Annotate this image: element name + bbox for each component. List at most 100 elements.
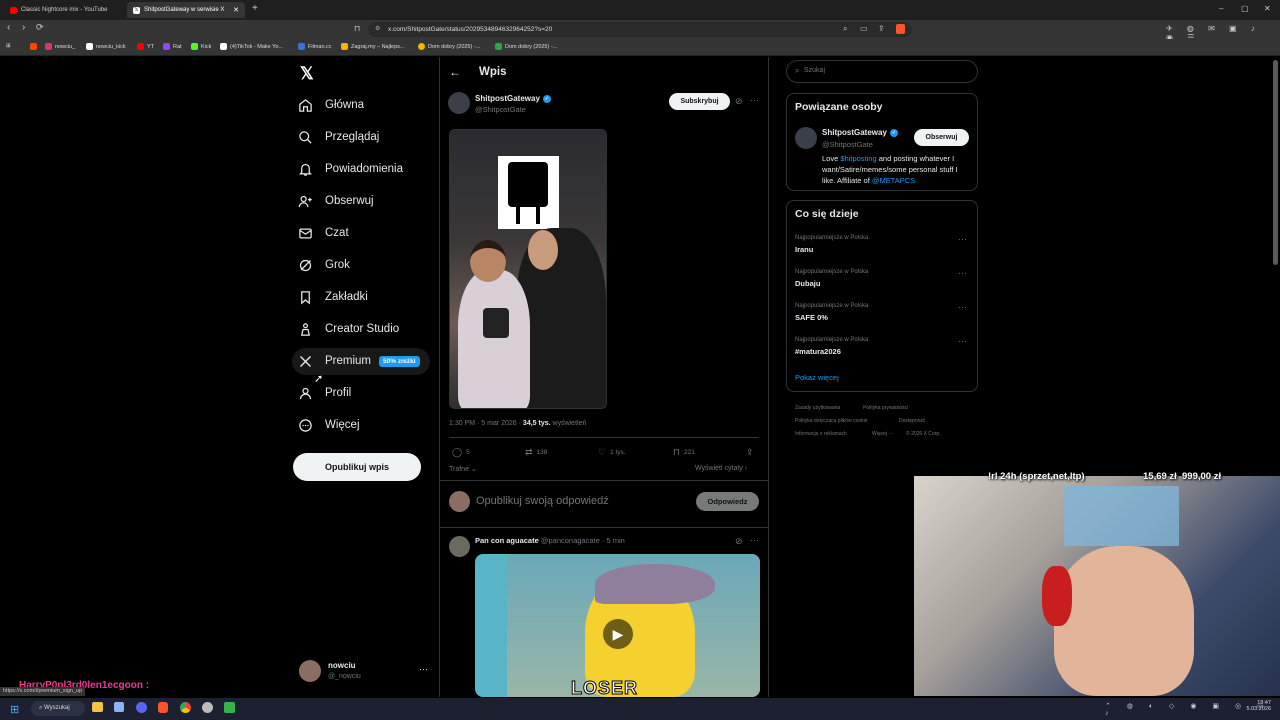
- related-handle[interactable]: @ShitpostGate: [822, 140, 873, 149]
- nav-bookmarks[interactable]: Zakładki: [298, 287, 368, 307]
- brave-shield-icon[interactable]: [896, 24, 905, 34]
- trend-more-icon[interactable]: ···: [958, 336, 967, 346]
- comment-author[interactable]: Pan con aguacate: [475, 536, 539, 545]
- bookmark-page-icon[interactable]: ⊓: [354, 24, 360, 33]
- comment-more-icon[interactable]: ···: [750, 535, 759, 545]
- cashtag-link[interactable]: $hitposting: [840, 154, 876, 163]
- minimize-button[interactable]: –: [1219, 4, 1223, 13]
- account-menu-icon[interactable]: ···: [419, 664, 428, 674]
- clock[interactable]: 18:47 5.03.2026: [1245, 700, 1271, 712]
- bookmark-reddit[interactable]: [30, 43, 40, 50]
- address-bar[interactable]: x.com/ShitpostGate/status/20295348946329…: [368, 22, 912, 37]
- nav-profile[interactable]: Profil: [298, 383, 351, 403]
- post-handle[interactable]: @ShitpostGate: [475, 105, 526, 114]
- view-quotes-link[interactable]: Wyświetl cytaty ›: [695, 465, 747, 472]
- reply-button[interactable]: Odpowiedz: [696, 492, 759, 511]
- close-window-button[interactable]: ✕: [1264, 4, 1271, 13]
- nav-follow[interactable]: Obserwuj: [298, 191, 374, 211]
- reply-action[interactable]: ◯ 5: [452, 447, 470, 458]
- nav-grok[interactable]: Grok: [298, 255, 350, 275]
- footer-accessibility[interactable]: Dostępność: [899, 418, 925, 424]
- bookmark-tiktok[interactable]: (4)TikTok - Make Yo...: [220, 43, 283, 50]
- nav-chat[interactable]: Czat: [298, 223, 349, 243]
- apps-icon[interactable]: ⊞: [6, 43, 11, 49]
- trend-more-icon[interactable]: ···: [958, 302, 967, 312]
- nav-more[interactable]: Więcej: [298, 415, 360, 435]
- comment-handle[interactable]: @panconagacate · 5 min: [541, 536, 625, 545]
- repost-action[interactable]: ⇄ 138: [525, 447, 547, 458]
- bookmark-kick[interactable]: Kick: [191, 43, 211, 50]
- reload-icon[interactable]: ⟳: [36, 22, 44, 33]
- bookmark-rat[interactable]: Rat: [163, 43, 182, 50]
- search-input[interactable]: Szukaj: [786, 60, 978, 83]
- footer-ads[interactable]: Informacja o reklamach: [795, 431, 847, 437]
- author-avatar[interactable]: [448, 92, 470, 114]
- new-tab-button[interactable]: +: [252, 3, 258, 14]
- account-avatar[interactable]: [299, 660, 321, 682]
- subscribe-button[interactable]: Subskrybuj: [669, 93, 730, 110]
- grok-explain-icon[interactable]: ⊘: [735, 96, 743, 107]
- reply-input[interactable]: Opublikuj swoją odpowiedź: [476, 495, 609, 507]
- trend-item[interactable]: SAFE 0%: [795, 313, 828, 322]
- bookmark-action[interactable]: ⊓ 221: [673, 447, 695, 458]
- follow-button[interactable]: Obserwuj: [914, 129, 969, 146]
- bookmark-nowciu[interactable]: nowciu_: [45, 43, 75, 50]
- trend-more-icon[interactable]: ···: [958, 268, 967, 278]
- discord-icon[interactable]: [136, 702, 147, 713]
- bookmark-dom-dobry-1[interactable]: Dom dobry (2025) -...: [418, 43, 480, 50]
- show-more-link[interactable]: Pokaż więcej: [795, 373, 839, 382]
- bookmark-dom-dobry-2[interactable]: Dom dobry (2025) -...: [495, 43, 557, 50]
- share-action[interactable]: ⇪: [746, 447, 754, 458]
- close-tab-icon[interactable]: ✕: [233, 6, 239, 14]
- nav-notifications[interactable]: Powiadomienia: [298, 159, 403, 179]
- chrome-icon[interactable]: [180, 702, 191, 713]
- post-media[interactable]: [449, 129, 607, 409]
- windows-start-icon[interactable]: ⊞: [10, 703, 19, 716]
- back-arrow-icon[interactable]: ←: [449, 65, 461, 79]
- footer-more[interactable]: Więcej ···: [872, 431, 893, 437]
- trend-more-icon[interactable]: ···: [958, 234, 967, 244]
- bookmark-yt[interactable]: YT: [137, 43, 154, 50]
- app-icon[interactable]: [114, 702, 124, 712]
- mention-link[interactable]: @METAPCS: [872, 176, 915, 185]
- obs-icon[interactable]: [202, 702, 213, 713]
- file-explorer-icon[interactable]: [92, 702, 103, 712]
- comment-gif[interactable]: ▶ LOSER: [475, 554, 760, 697]
- cast-icon[interactable]: ▭: [860, 24, 868, 33]
- play-icon[interactable]: ▶: [603, 619, 633, 649]
- related-name[interactable]: ShitpostGateway ✓: [822, 128, 898, 137]
- share-icon[interactable]: ⇪: [878, 24, 885, 33]
- site-info-icon[interactable]: ⚙: [375, 25, 380, 32]
- footer-terms[interactable]: Zasady użytkowania: [795, 405, 840, 411]
- bookmark-nowciu-kick[interactable]: nowciu_kick: [86, 43, 126, 50]
- grok-explain-icon[interactable]: ⊘: [735, 536, 743, 547]
- forward-icon[interactable]: ›: [22, 22, 25, 33]
- post-author[interactable]: ShitpostGateway ✓: [475, 94, 551, 103]
- trend-item[interactable]: Iranu: [795, 245, 813, 254]
- sort-dropdown[interactable]: Trafne ⌄: [449, 465, 477, 473]
- footer-cookies[interactable]: Polityka dotycząca plików cookie: [795, 418, 868, 424]
- nav-premium[interactable]: Premium 50% zniżki: [298, 351, 420, 371]
- bookmark-zagraj[interactable]: Zagraj.my – Najleps...: [341, 43, 405, 50]
- comment-avatar[interactable]: [449, 536, 470, 557]
- post-more-icon[interactable]: ···: [750, 95, 759, 105]
- app-icon[interactable]: [224, 702, 235, 713]
- brave-icon[interactable]: [158, 702, 168, 713]
- footer-privacy[interactable]: Polityka prywatności: [863, 405, 908, 411]
- related-avatar[interactable]: [795, 127, 817, 149]
- like-action[interactable]: ♡ 1 tys.: [598, 447, 626, 458]
- trend-item[interactable]: #matura2026: [795, 347, 841, 356]
- post-button[interactable]: Opublikuj wpis: [293, 453, 421, 481]
- back-icon[interactable]: ‹: [7, 22, 10, 33]
- maximize-button[interactable]: ▢: [1241, 4, 1249, 13]
- taskbar-search[interactable]: ⌕ Wyszukaj: [31, 701, 85, 716]
- nav-home[interactable]: Główna: [298, 95, 364, 115]
- x-logo-icon[interactable]: 𝕏: [300, 64, 314, 84]
- trend-item[interactable]: Dubaju: [795, 279, 820, 288]
- zoom-icon[interactable]: ⌕: [843, 24, 847, 34]
- nav-creator-studio[interactable]: Creator Studio: [298, 319, 399, 339]
- bookmark-filman[interactable]: Filman.cc: [298, 43, 332, 50]
- page-scrollbar[interactable]: [1273, 60, 1278, 265]
- tab-x-post[interactable]: 𝕏 ShitpostGateway w serwisie X ✕: [127, 2, 245, 18]
- tab-youtube[interactable]: Classic Nightcore mix - YouTube: [4, 2, 124, 18]
